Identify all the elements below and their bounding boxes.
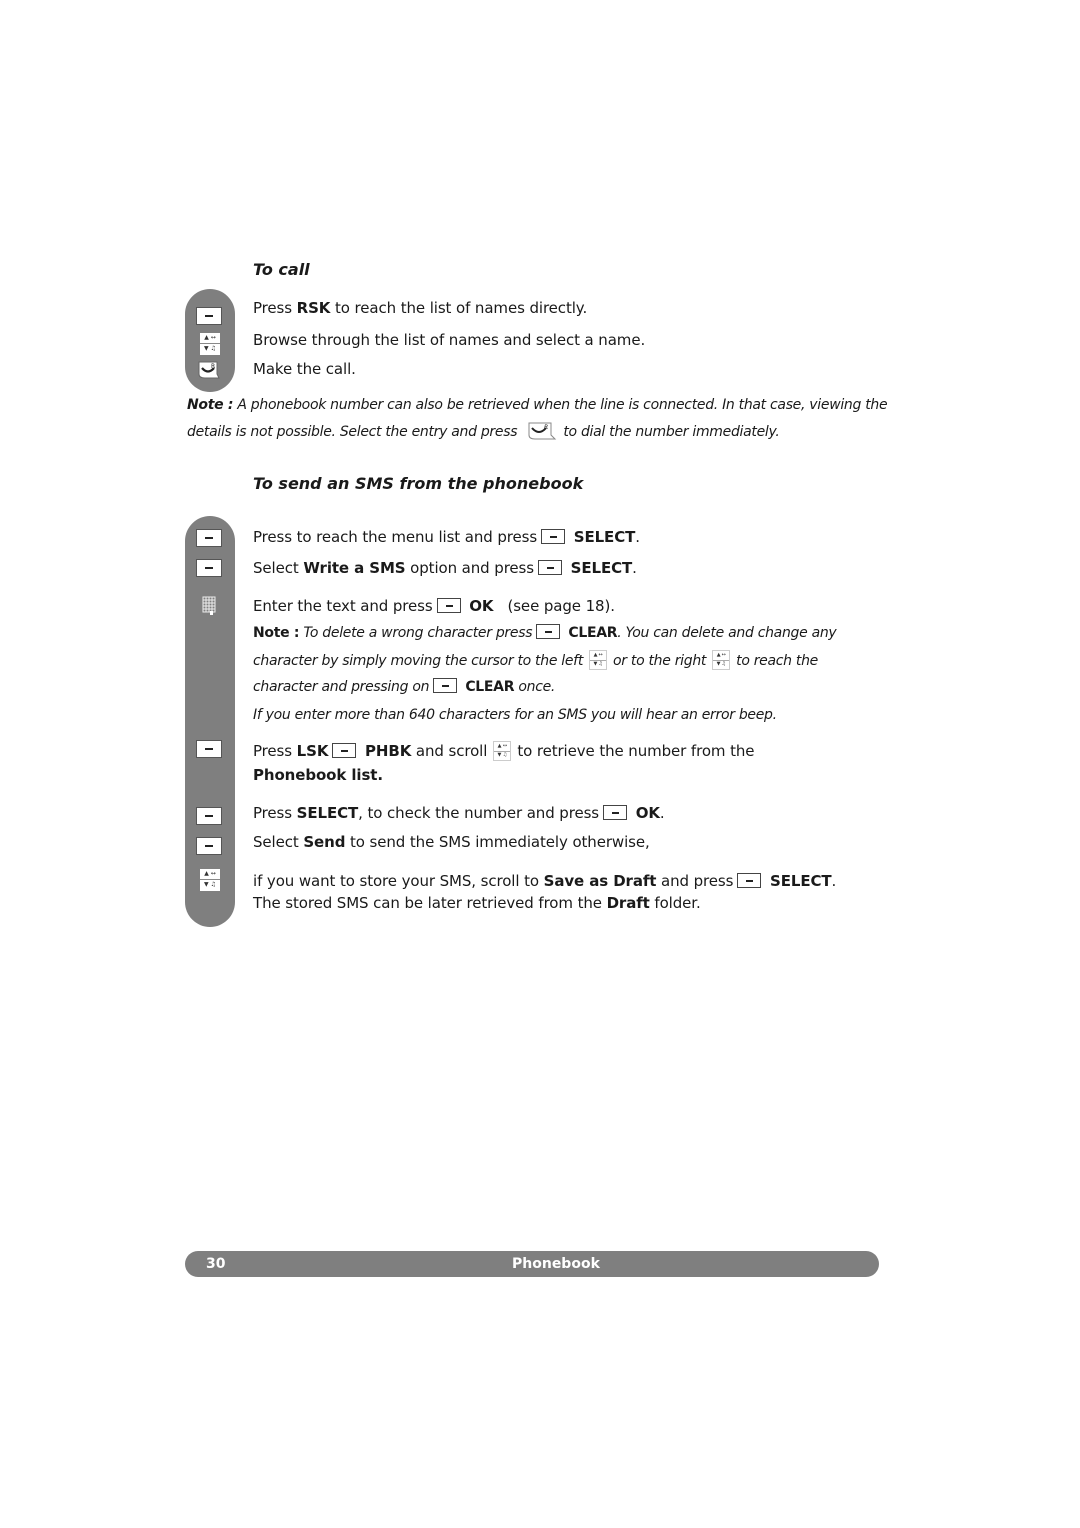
send-sms-note-line-4: If you enter more than 640 characters fo…: [253, 707, 777, 723]
softkey-icon: [737, 873, 762, 888]
softkey-icon: [332, 743, 357, 758]
send-sms-step-1: Press to reach the menu list and press S…: [253, 528, 640, 546]
page-footer: 30 Phonebook: [185, 1251, 879, 1277]
send-sms-note-line-2: character by simply moving the cursor to…: [253, 650, 818, 670]
send-sms-heading: To send an SMS from the phonebook: [253, 474, 584, 493]
to-call-step-1: Press RSK to reach the list of names dir…: [253, 299, 588, 317]
send-sms-step-4-line-2: Phonebook list.: [253, 766, 383, 784]
softkey-icon: [433, 678, 458, 693]
to-call-step-2: Browse through the list of names and sel…: [253, 331, 646, 349]
softkey-icon: [196, 307, 222, 325]
send-sms-icon-bar: [185, 516, 235, 927]
send-sms-step-3: Enter the text and press OK (see page 18…: [253, 597, 615, 615]
call-key-icon: R: [527, 421, 557, 441]
send-sms-step-8: The stored SMS can be later retrieved fr…: [253, 894, 701, 912]
send-sms-step-4: Press LSK PHBK and scroll ▲ ↔ ▼ ♫ to retrie…: [253, 741, 755, 761]
navigation-key-icon: ▲ ↔ ▼ ♫: [589, 650, 608, 670]
to-call-step-3: Make the call.: [253, 360, 356, 378]
navigation-key-icon: ▲ ↔ ▼ ♫: [200, 333, 220, 355]
send-sms-note-line-1: Note : To delete a wrong character press…: [253, 624, 837, 641]
svg-text:R: R: [211, 363, 215, 370]
softkey-icon: [196, 559, 222, 577]
softkey-icon: [538, 560, 562, 575]
softkey-icon: [436, 598, 461, 613]
to-call-note-line-1: Note : A phonebook number can also be re…: [187, 397, 888, 413]
softkey-icon: [196, 837, 222, 855]
to-call-heading: To call: [253, 260, 310, 279]
page-number: 30: [206, 1256, 226, 1272]
send-sms-step-5: Press SELECT, to check the number and pr…: [253, 804, 665, 822]
softkey-icon: [603, 805, 628, 820]
call-key-icon: R: [197, 360, 221, 380]
softkey-icon: [196, 740, 222, 758]
section-title: Phonebook: [512, 1256, 600, 1272]
to-call-note-line-2: details is not possible. Select the entr…: [187, 421, 780, 442]
send-sms-step-2: Select Write a SMS option and press SELE…: [253, 559, 637, 577]
softkey-icon: [196, 529, 222, 547]
send-sms-step-7: if you want to store your SMS, scroll to…: [253, 872, 837, 890]
send-sms-step-6: Select Send to send the SMS immediately …: [253, 833, 650, 851]
softkey-icon: [541, 529, 566, 544]
navigation-key-icon: ▲ ↔ ▼ ♫: [200, 869, 220, 891]
softkey-icon: [536, 624, 561, 639]
navigation-key-icon: ▲ ↔ ▼ ♫: [493, 741, 512, 761]
send-sms-note-line-3: character and pressing on CLEAR once.: [253, 678, 556, 695]
svg-text:R: R: [544, 424, 548, 431]
keypad-icon: [201, 596, 219, 616]
softkey-icon: [196, 807, 222, 825]
navigation-key-icon: ▲ ↔ ▼ ♫: [712, 650, 731, 670]
